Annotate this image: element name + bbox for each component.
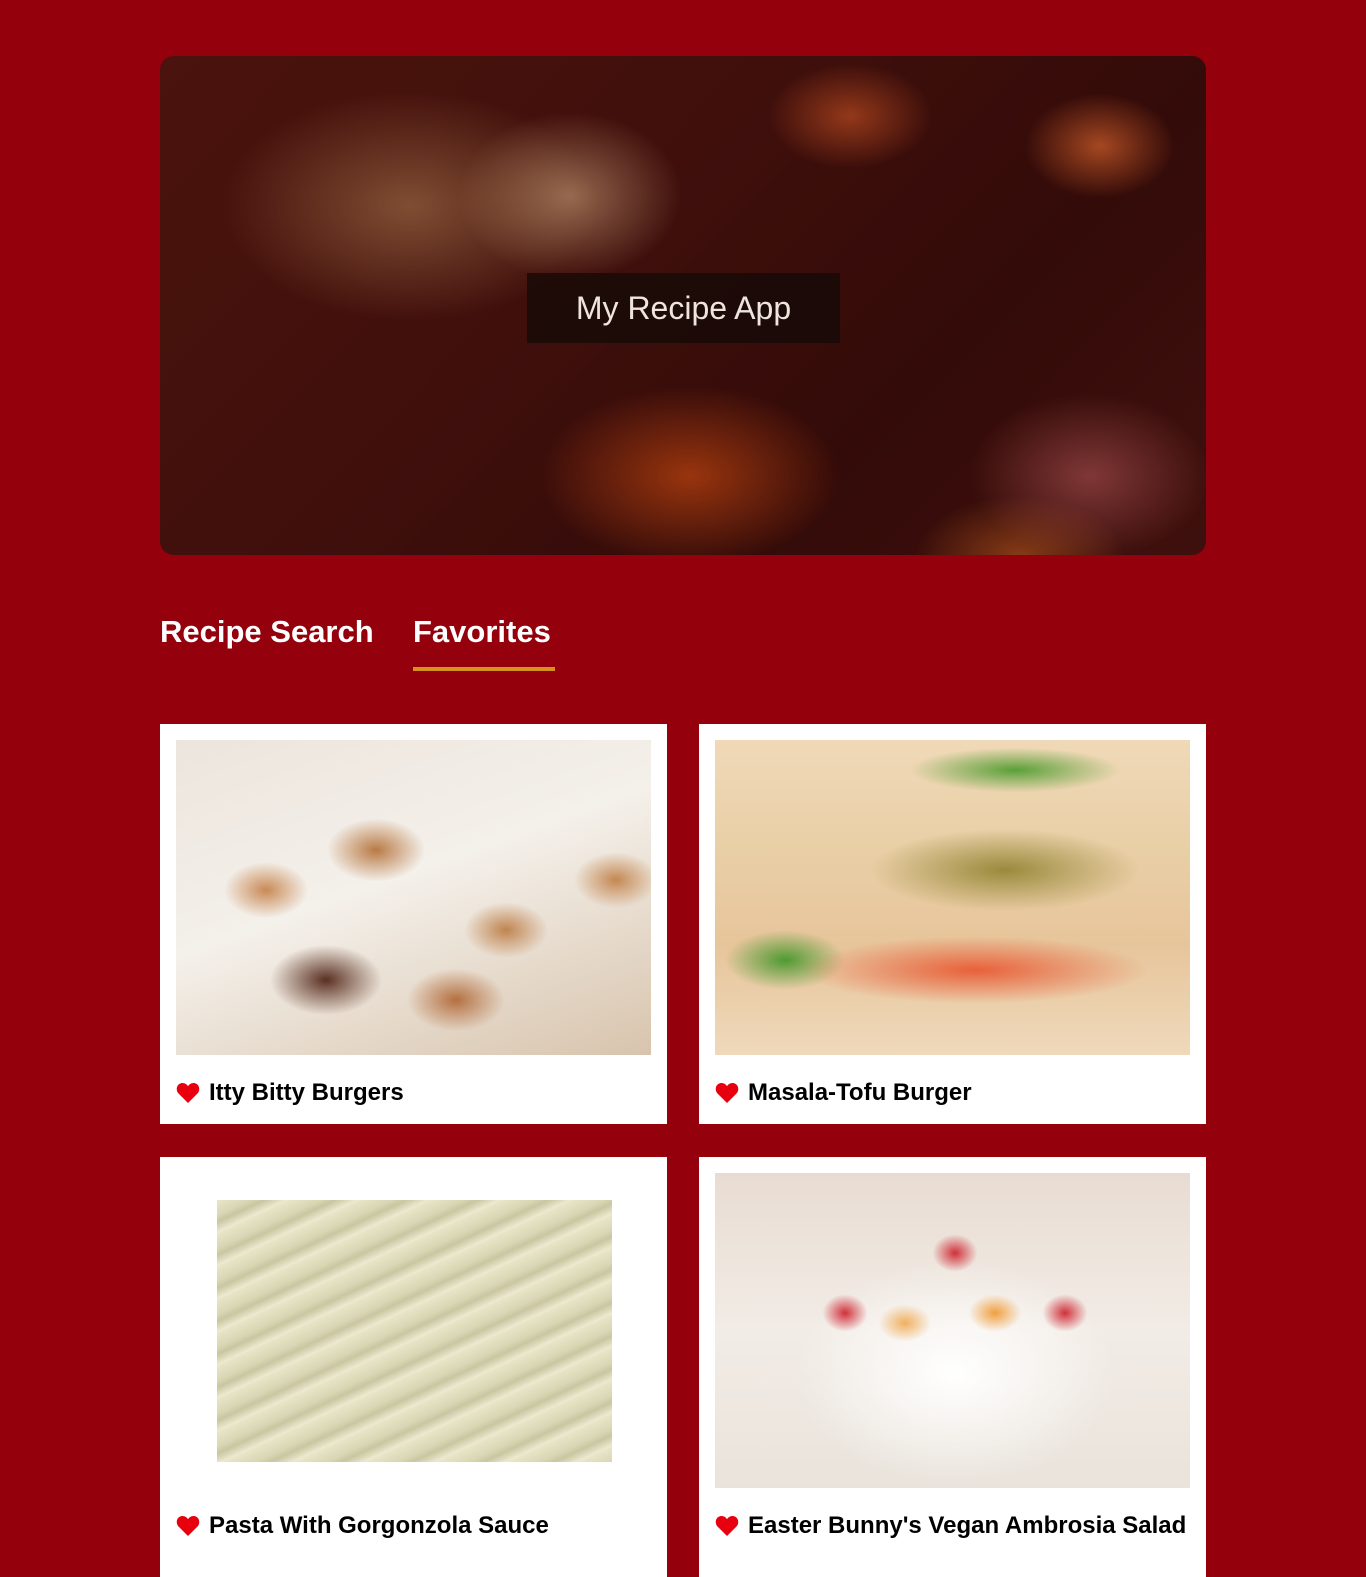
recipe-card[interactable]: Itty Bitty Burgers [160,724,667,1124]
recipe-image[interactable] [715,1173,1190,1488]
active-tab-indicator [413,667,555,671]
recipe-label: Masala-Tofu Burger [715,1079,972,1107]
tab-favorites[interactable]: Favorites [413,612,551,652]
recipe-image[interactable] [176,740,651,1055]
heart-icon[interactable] [715,1515,739,1537]
app-title: My Recipe App [527,273,840,343]
recipe-label: Easter Bunny's Vegan Ambrosia Salad [715,1512,1186,1540]
recipe-card[interactable]: Masala-Tofu Burger [699,724,1206,1124]
recipe-image[interactable] [715,740,1190,1055]
recipe-title[interactable]: Masala-Tofu Burger [748,1079,972,1107]
heart-icon[interactable] [176,1082,200,1104]
recipe-title[interactable]: Itty Bitty Burgers [209,1079,404,1107]
recipe-title[interactable]: Easter Bunny's Vegan Ambrosia Salad [748,1512,1186,1540]
recipe-label: Itty Bitty Burgers [176,1079,404,1107]
heart-icon[interactable] [176,1515,200,1537]
recipe-title[interactable]: Pasta With Gorgonzola Sauce [209,1512,549,1540]
recipe-card[interactable]: Easter Bunny's Vegan Ambrosia Salad [699,1157,1206,1577]
recipe-card[interactable]: Pasta With Gorgonzola Sauce [160,1157,667,1577]
heart-icon[interactable] [715,1082,739,1104]
hero-banner: My Recipe App [160,56,1206,555]
recipe-image[interactable] [217,1200,612,1462]
recipe-label: Pasta With Gorgonzola Sauce [176,1512,549,1540]
tab-recipe-search[interactable]: Recipe Search [160,612,374,652]
